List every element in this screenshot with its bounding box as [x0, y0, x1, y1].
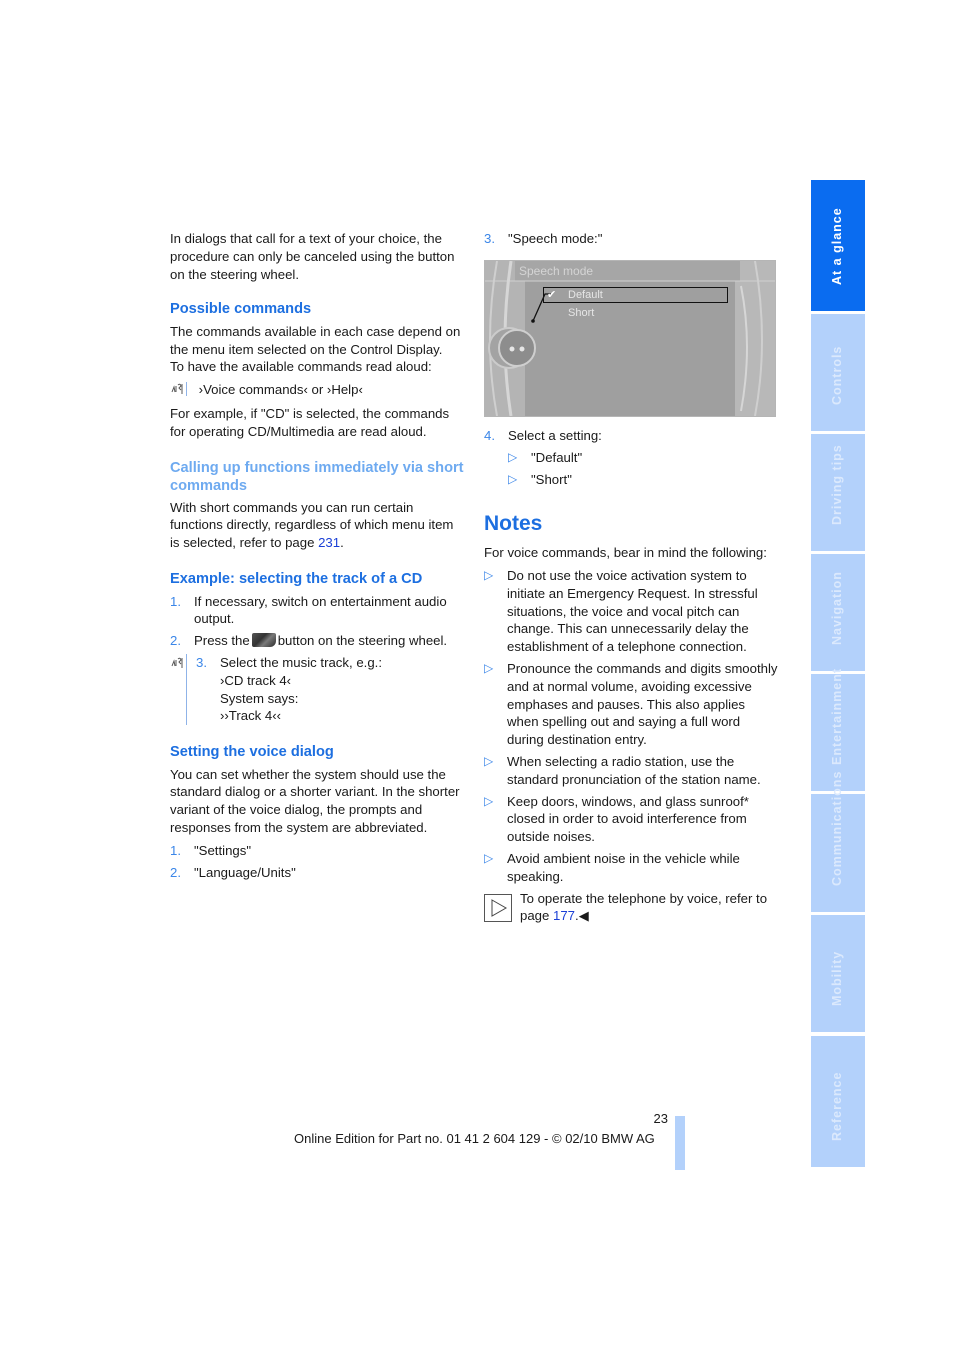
voice-dialog-step-2: 2. "Language/Units" — [170, 864, 296, 880]
intro-paragraph: In dialogs that call for a text of your … — [170, 231, 455, 282]
step-3-speech-mode: 3. "Speech mode:" — [484, 231, 603, 246]
possible-commands-p2: To have the available commands read alou… — [170, 359, 432, 375]
note-triangle-icon — [484, 893, 512, 922]
left-column: In dialogs that call for a text of your … — [170, 230, 465, 881]
screen-option-default: Default — [568, 288, 603, 301]
note-bullet-5: ▷ Avoid ambient noise in the vehicle whi… — [484, 850, 740, 884]
bullet-triangle-icon: ▷ — [508, 449, 518, 464]
voice-command-icon — [170, 382, 187, 397]
display-frame-graphic — [485, 260, 775, 416]
bullet-triangle-icon: ▷ — [484, 753, 494, 768]
voice-dialog-paragraph: You can set whether the system should us… — [170, 766, 460, 836]
voice-dialog-heading: Setting the voice dialog — [170, 744, 334, 761]
bullet-triangle-icon: ▷ — [484, 850, 494, 865]
bullet-triangle-icon: ▷ — [508, 472, 518, 487]
example-step-1: 1. If necessary, switch on entertainment… — [170, 593, 447, 627]
setting-option-short: ▷ "Short" — [508, 472, 572, 488]
voice-command-line: ›Voice commands‹ or ›Help‹ — [170, 381, 465, 399]
note-bullet-1: ▷ Do not use the voice activation system… — [484, 567, 758, 655]
edition-footer: Online Edition for Part no. 01 41 2 604 … — [294, 1131, 655, 1146]
bullet-triangle-icon: ▷ — [484, 660, 494, 675]
bullet-triangle-icon: ▷ — [484, 793, 494, 808]
page-link-231[interactable]: 231 — [318, 535, 340, 550]
tab-mobility[interactable]: Mobility — [811, 915, 865, 1032]
speech-mode-screenshot: Speech mode ✔ Default Short — [484, 259, 776, 417]
setting-option-default: ▷ "Default" — [508, 449, 583, 465]
example-step-3: 3. Select the music track, e.g.: ›CD tra… — [170, 653, 465, 726]
tab-navigation[interactable]: Navigation — [811, 554, 865, 671]
note-bullet-2: ▷ Pronounce the commands and digits smoo… — [484, 660, 778, 748]
tab-reference[interactable]: Reference — [811, 1036, 865, 1167]
possible-commands-heading: Possible commands — [170, 301, 312, 318]
note-bullet-3: ▷ When selecting a radio station, use th… — [484, 753, 761, 787]
page-number: 23 — [653, 1111, 668, 1126]
example-heading: Example: selecting the track of a CD — [170, 571, 423, 588]
possible-commands-p3: For example, if "CD" is selected, the co… — [170, 406, 450, 439]
possible-commands-p1: The commands available in each case depe… — [170, 323, 461, 357]
example-step-2: 2. Press the button on the steering wheel… — [170, 633, 448, 649]
telephone-note: To operate the telephone by voice, refer… — [484, 890, 779, 926]
right-column: 3. "Speech mode:" Speech mode ✔ Default … — [484, 230, 779, 925]
voice-dialog-step-1: 1. "Settings" — [170, 842, 252, 858]
short-commands-heading: Calling up functions immediately via sho… — [170, 459, 464, 495]
notes-heading: Notes — [484, 512, 543, 536]
steering-wheel-voice-button-icon — [251, 633, 276, 648]
short-commands-paragraph: With short commands you can run certain … — [170, 499, 454, 551]
footer-accent-bar — [675, 1116, 685, 1170]
note-bullet-4: ▷ Keep doors, windows, and glass sunroof… — [484, 793, 749, 845]
checkmark-icon: ✔ — [547, 288, 557, 301]
tab-communications[interactable]: Communications — [811, 771, 865, 912]
tab-at-a-glance[interactable]: At a glance — [811, 180, 865, 311]
tab-controls[interactable]: Controls — [811, 314, 865, 431]
voice-command-text: ›Voice commands‹ or ›Help‹ — [198, 382, 363, 398]
step-4-select-setting: 4. Select a setting: — [484, 427, 602, 443]
page-link-177[interactable]: 177 — [553, 908, 575, 923]
voice-command-icon — [170, 656, 185, 675]
notes-intro: For voice commands, bear in mind the fol… — [484, 545, 767, 561]
end-marker: .◀ — [575, 908, 589, 924]
tab-driving-tips[interactable]: Driving tips — [811, 434, 865, 551]
bullet-triangle-icon: ▷ — [484, 567, 494, 582]
screen-option-short: Short — [568, 306, 595, 319]
voice-block-divider — [186, 653, 187, 726]
screen-title: Speech mode — [519, 263, 594, 278]
